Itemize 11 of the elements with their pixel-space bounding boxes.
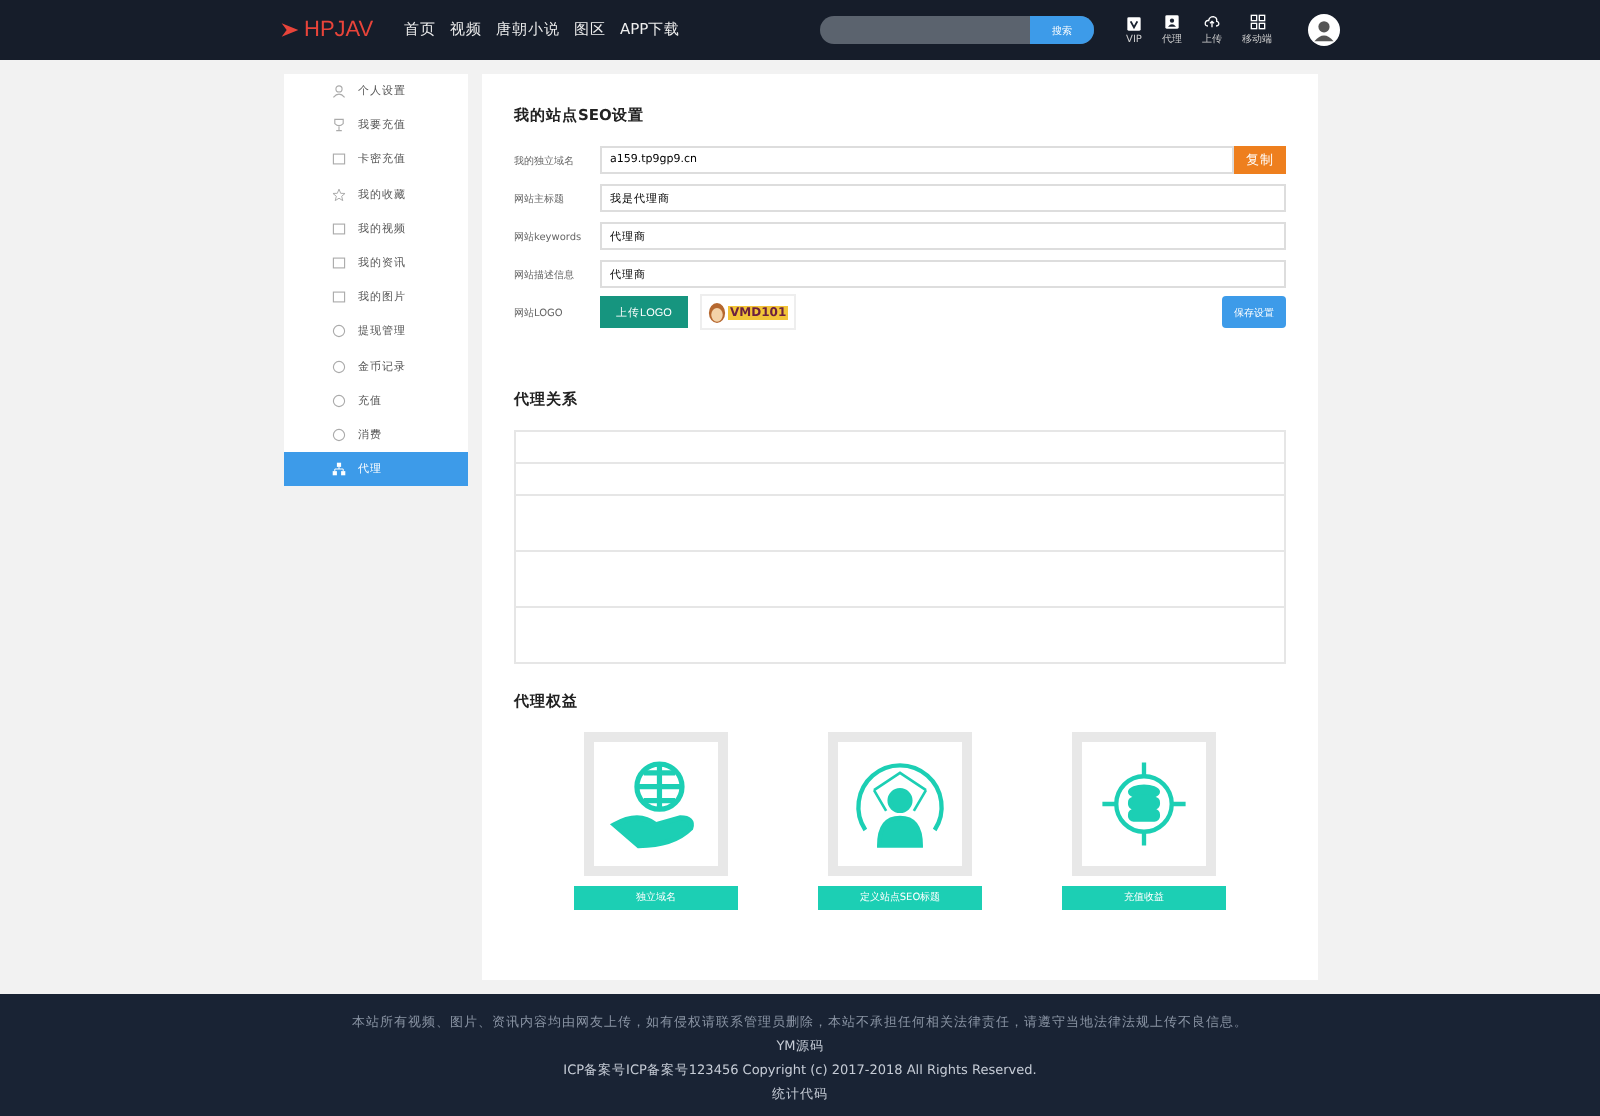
cartoon-face-icon [708, 301, 726, 323]
hierarchy-icon [332, 462, 346, 477]
cloud-upload-icon[interactable] [1204, 14, 1220, 30]
badge-icon[interactable] [1126, 15, 1142, 31]
cup-icon [332, 118, 346, 133]
star-icon [332, 187, 346, 202]
site-logo[interactable]: HPJAV [280, 18, 405, 42]
grid-icon[interactable] [1249, 14, 1265, 30]
badge-icon[interactable] [1164, 14, 1180, 30]
user-icon [332, 84, 346, 99]
avatar-icon[interactable] [1308, 14, 1340, 46]
